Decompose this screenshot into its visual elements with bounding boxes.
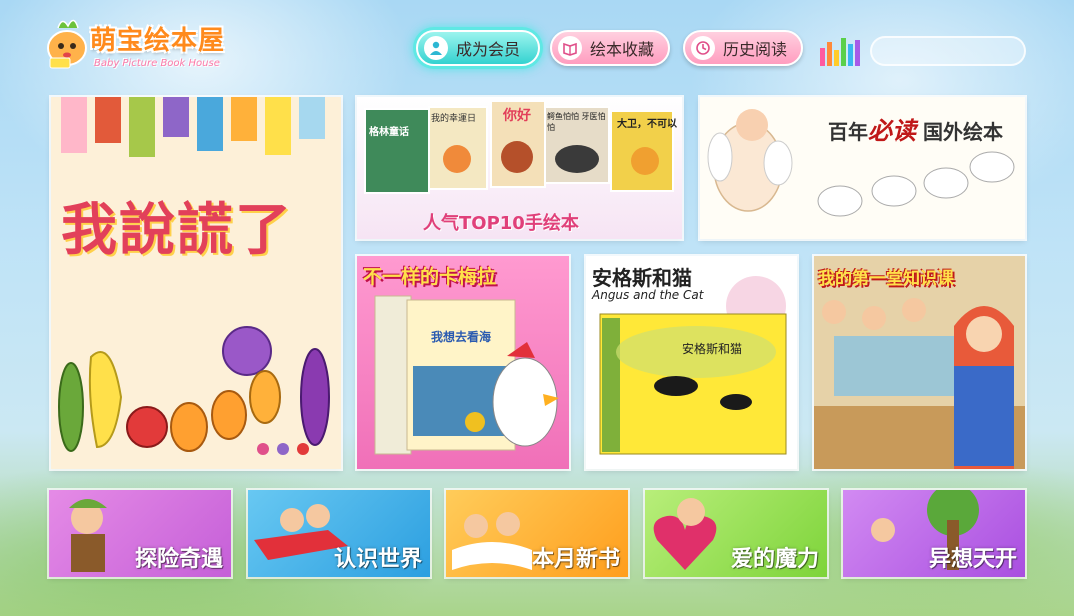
top10-book-label-4: 鳄鱼怕怕 牙医怕怕: [547, 112, 606, 132]
book-tile-camela[interactable]: 不一样的卡梅拉 我想去看海: [357, 256, 569, 469]
century-prefix: 百年: [828, 120, 868, 144]
category-new-this-month-label: 本月新书: [531, 547, 620, 572]
favorites-button[interactable]: 绘本收藏: [550, 30, 670, 66]
century-highlight: 必读: [868, 117, 916, 145]
angus-book-label: 安格斯和猫: [682, 342, 743, 356]
category-imagination-label: 异想天开: [928, 547, 1017, 572]
book-tile-wo-shuo-huang-le[interactable]: 我說謊了: [51, 97, 341, 469]
century-suffix: 国外绘本: [922, 120, 1003, 144]
top10-book-label-3: 你好: [503, 108, 531, 124]
first-class-title: 我的第一堂知识课: [818, 269, 954, 289]
lie-book-title: 我說謊了: [61, 198, 293, 263]
category-adventure-label: 探险奇遇: [134, 547, 223, 572]
lie-book-cover: [58, 97, 330, 455]
book-tile-top10[interactable]: 格林童话 我的幸運日 你好 鳄鱼怕怕 牙医怕怕 大卫，不可以 人气TOP10手绘…: [357, 97, 682, 239]
book-tile-angus-and-the-cat[interactable]: 安格斯和猫 Angus and the Cat 安格斯和猫: [586, 256, 797, 469]
top10-book-label-5: 大卫，不可以: [617, 119, 677, 130]
category-new-this-month[interactable]: 本月新书: [446, 490, 628, 577]
camela-title: 不一样的卡梅拉: [363, 266, 497, 288]
century-heading: 百年必读 国外绘本: [828, 111, 1003, 146]
history-label: 历史阅读: [723, 40, 788, 59]
category-power-of-love[interactable]: 爱的魔力: [645, 490, 827, 577]
app-logo: 萌宝绘本屋 Baby Picture Book House: [44, 6, 244, 76]
top10-book-label-2: 我的幸運日: [431, 114, 477, 124]
top10-caption: 人气TOP10手绘本: [423, 213, 579, 234]
category-adventure[interactable]: 探险奇遇: [49, 490, 231, 577]
history-button[interactable]: 历史阅读: [683, 30, 803, 66]
mascot-icon: [47, 19, 87, 69]
app-subtitle: Baby Picture Book House: [94, 58, 220, 69]
favorites-label: 绘本收藏: [590, 40, 655, 59]
top10-book-label-1: 格林童话: [369, 127, 409, 138]
category-know-the-world[interactable]: 认识世界: [248, 490, 430, 577]
become-member-button[interactable]: 成为会员: [416, 30, 540, 66]
book-tile-century-classics[interactable]: 百年必读 国外绘本: [700, 97, 1025, 239]
category-know-the-world-label: 认识世界: [333, 547, 422, 572]
become-member-label: 成为会员: [456, 40, 521, 59]
angus-subtitle: Angus and the Cat: [592, 288, 704, 302]
search-box[interactable]: [870, 36, 1026, 66]
angus-title: 安格斯和猫: [592, 266, 692, 290]
book-tile-first-knowledge-class[interactable]: 我的第一堂知识课: [814, 256, 1025, 469]
category-imagination[interactable]: 异想天开: [843, 490, 1025, 577]
app-title: 萌宝绘本屋: [90, 26, 226, 56]
camela-book-label: 我想去看海: [431, 330, 492, 344]
equalizer-icon: [820, 38, 860, 66]
clock-icon: [691, 36, 715, 60]
category-power-of-love-label: 爱的魔力: [730, 547, 819, 572]
user-icon: [424, 36, 448, 60]
book-icon: [558, 36, 582, 60]
